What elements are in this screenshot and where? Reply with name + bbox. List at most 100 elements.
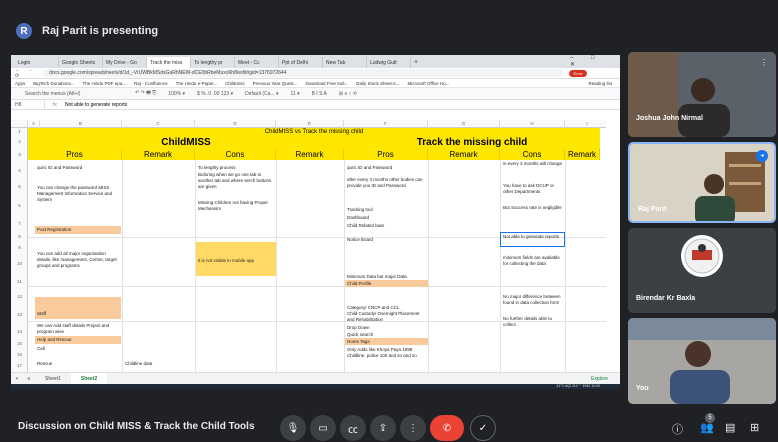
row-number[interactable]: 12	[11, 294, 28, 299]
text-style-icons[interactable]: B I S A	[312, 91, 327, 97]
participant-tile[interactable]: Joshua John Nirmal ⋮	[628, 52, 776, 137]
row-number[interactable]: 5	[11, 184, 28, 189]
participant-tile-active[interactable]: Raj Parit ◂	[628, 142, 776, 223]
cell[interactable]: quric ID and Password	[35, 164, 121, 172]
window-controls[interactable]: – □ ✕	[570, 55, 620, 68]
menu-search-input[interactable]: Search the menus (Alt+/)	[25, 91, 135, 97]
column-letter[interactable]: I	[565, 120, 606, 128]
bookmark[interactable]: Apps	[15, 81, 25, 86]
section-header-childmiss[interactable]: ChildMISS	[28, 137, 344, 149]
cell[interactable]: Post Registration	[35, 226, 121, 234]
participant-tile[interactable]: Birendar Kr Baxla	[628, 228, 776, 313]
row-number[interactable]: 1	[11, 129, 28, 134]
cell[interactable]: We can Add staff details Project and pro…	[35, 322, 121, 336]
sheet-title-row[interactable]: ChildMISS vs Track the missing child	[28, 128, 600, 137]
cell[interactable]: Child Custody/ Overnight Placement and R…	[345, 310, 428, 324]
row-number[interactable]: 11	[11, 279, 28, 284]
bookmark[interactable]: The Hindu PDF epa...	[83, 81, 127, 86]
url-field[interactable]: docs.google.com/spreadsheets/d/1d_-VrUWB…	[43, 69, 563, 77]
number-format-icons[interactable]: $ % .0 .00 123 ▾	[197, 91, 233, 97]
corner-cell[interactable]	[11, 120, 28, 128]
bookmark[interactable]: The Hindu e-Paper...	[176, 81, 218, 86]
column-header[interactable]: Pros	[344, 149, 428, 160]
row-number[interactable]: 6	[11, 203, 28, 208]
cell[interactable]: quric ID and Password	[345, 164, 428, 172]
bookmark[interactable]: Daily Stock Sheet-2...	[356, 81, 399, 86]
microphone-icon[interactable]: 🎙	[280, 415, 306, 441]
row-number[interactable]: 10	[11, 261, 28, 266]
font-size-select[interactable]: 11 ▾	[290, 91, 299, 97]
align-icons[interactable]: ⊞ ≡ ↕ ⟲	[339, 91, 357, 97]
captions-icon[interactable]: ㏄	[340, 415, 366, 441]
row-number[interactable]: 2	[11, 139, 28, 144]
explore-button[interactable]: Explore	[591, 376, 608, 382]
cell[interactable]: Call	[35, 345, 121, 353]
present-icon[interactable]: ⇪	[370, 415, 396, 441]
cell[interactable]: after every 3 months other bodies can pr…	[345, 176, 428, 190]
bookmark[interactable]: Microsoft Office Ho...	[408, 81, 450, 86]
nav-arrows-icon[interactable]: ← → ⟳	[15, 67, 43, 79]
new-tab-button[interactable]: +	[411, 58, 421, 68]
browser-tab-active[interactable]: Track the miss	[147, 57, 191, 68]
column-letter[interactable]: C	[122, 120, 195, 128]
column-letter[interactable]: H	[500, 120, 565, 128]
camera-icon[interactable]: ▭	[310, 415, 336, 441]
cell[interactable]: Help and Rescue	[35, 336, 121, 344]
bookmark[interactable]: Raj - Confluence	[134, 81, 168, 86]
participant-tile-self[interactable]: You	[628, 318, 776, 404]
browser-tab[interactable]: Ppt of Delhi	[279, 57, 323, 68]
column-header[interactable]: Pros	[28, 149, 122, 160]
column-letter[interactable]: D	[195, 120, 276, 128]
cell[interactable]: Childline data	[123, 360, 195, 368]
row-number[interactable]: 14	[11, 329, 28, 334]
profile-button[interactable]: Error	[569, 69, 587, 77]
cell[interactable]: Only Adds like Khoya Paya 1098 Childline…	[345, 346, 428, 360]
browser-tab[interactable]: New Tab	[323, 57, 367, 68]
row-number[interactable]: 16	[11, 352, 28, 357]
row-number[interactable]: 4	[11, 168, 28, 173]
section-header-track[interactable]: Track the missing child	[344, 137, 600, 149]
column-header[interactable]: Remark	[122, 149, 195, 160]
row-number[interactable]: 15	[11, 341, 28, 346]
cell[interactable]: Rescue	[35, 360, 121, 368]
column-letter[interactable]: B	[40, 120, 122, 128]
formula-input[interactable]: Not able to generate reports	[65, 102, 127, 108]
more-options-icon[interactable]: ⋮	[760, 58, 768, 67]
sheet-tab[interactable]: Sheet1	[35, 373, 71, 385]
row-number[interactable]: 7	[11, 221, 28, 226]
cell[interactable]: You can change the password MISS Managem…	[35, 184, 121, 210]
cell[interactable]: Notice Board	[345, 236, 428, 244]
cell[interactable]: You can add all major organisation detai…	[35, 250, 121, 280]
cell[interactable]: But Success rate is negligible	[501, 204, 565, 218]
column-letter[interactable]: F	[344, 120, 428, 128]
column-header[interactable]: Cons	[500, 149, 565, 160]
cell[interactable]: No further details able to collect	[501, 315, 565, 329]
row-number[interactable]: 8	[11, 234, 28, 239]
column-letter[interactable]: A	[28, 120, 40, 128]
column-letter[interactable]: E	[276, 120, 344, 128]
font-select[interactable]: Default (Ca... ▾	[245, 91, 278, 97]
cell[interactable]: Home Tags	[345, 338, 428, 345]
column-header[interactable]: Remark	[428, 149, 500, 160]
activities-icon[interactable]: ⊞	[750, 421, 759, 434]
row-number[interactable]: 3	[11, 152, 28, 157]
cell[interactable]: You have to ask DCUP or other Department…	[501, 182, 565, 196]
row-number[interactable]: 13	[11, 312, 28, 317]
all-sheets-icon[interactable]: ≡	[23, 376, 35, 382]
cell[interactable]: Child Related laws	[345, 222, 428, 230]
cell[interactable]: minimum fields are available for collect…	[501, 254, 565, 274]
browser-tab[interactable]: To lengthy pr	[191, 57, 235, 68]
column-header[interactable]: Remark	[276, 149, 344, 160]
browser-tab[interactable]: Ludwig Gutt	[367, 57, 411, 68]
cell[interactable]: in every 3 months will change	[501, 160, 565, 174]
browser-tab[interactable]: Google Sheets	[59, 57, 103, 68]
cell[interactable]: No major difference between found in dat…	[501, 293, 565, 313]
zoom-select[interactable]: 100% ▾	[168, 91, 185, 97]
people-icon[interactable]: 👥	[700, 421, 714, 434]
cell-reference[interactable]: H8	[11, 100, 45, 109]
more-options-icon[interactable]: ⋮	[400, 415, 426, 441]
cell[interactable]: Child Profile	[345, 280, 428, 287]
browser-tab[interactable]: My Drive - Go	[103, 57, 147, 68]
info-icon[interactable]: ⓘ	[672, 421, 683, 437]
spreadsheet-grid[interactable]: A B C D E F G H I 1 2 3 4 5 6 7 8 9 10 1…	[11, 120, 606, 372]
